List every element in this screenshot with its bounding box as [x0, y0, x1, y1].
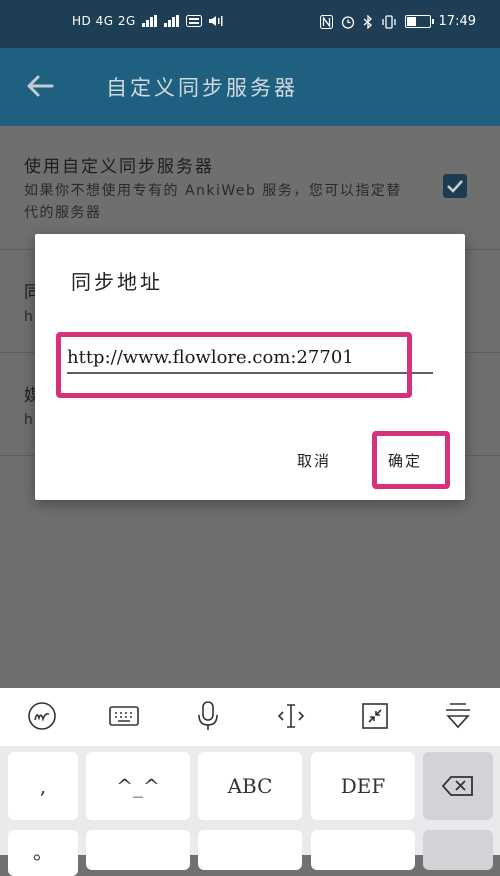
hide-keyboard-icon[interactable]	[440, 698, 476, 734]
page-title: 自定义同步服务器	[106, 76, 298, 100]
highlight-box-ok	[372, 431, 450, 489]
signal-icon-2	[163, 15, 179, 27]
checkmark-icon	[447, 180, 463, 193]
battery-icon	[404, 15, 434, 28]
key-emoticon[interactable]: ^_^	[86, 752, 190, 820]
highlight-box-input	[56, 332, 412, 398]
key-period[interactable]: 。	[8, 830, 78, 876]
battery-level	[406, 17, 417, 26]
cancel-button[interactable]: 取消	[297, 450, 331, 471]
pref-title: 使用自定义同步服务器	[24, 157, 214, 177]
audio-icon	[208, 16, 223, 26]
app-bar: 自定义同步服务器	[0, 48, 500, 126]
pref-use-custom-server[interactable]: 使用自定义同步服务器 如果你不想使用专有的 AnkiWeb 服务，您可以指定替代…	[0, 126, 500, 250]
pref-summary: 如果你不想使用专有的 AnkiWeb 服务，您可以指定替代的服务器	[24, 183, 402, 221]
microphone-icon[interactable]	[190, 698, 226, 734]
keyboard-toolbar	[0, 688, 500, 746]
bluetooth-icon	[363, 14, 372, 29]
signal-icon	[141, 15, 157, 27]
hd-voice-icon	[185, 15, 202, 27]
status-bar: HD 4G 2G 17:49	[0, 0, 500, 48]
text-cursor-icon[interactable]	[273, 698, 309, 734]
key-row2-2[interactable]	[198, 830, 302, 870]
alarm-icon	[341, 15, 354, 29]
back-arrow-icon[interactable]	[24, 70, 56, 102]
key-backspace[interactable]	[423, 752, 493, 820]
sync-url-dialog: 同步地址 取消 确定	[35, 234, 465, 500]
nfc-icon	[319, 14, 333, 29]
dialog-title: 同步地址	[71, 270, 163, 294]
collapse-arrows-icon[interactable]	[357, 698, 393, 734]
network-indicators: HD 4G 2G	[72, 14, 224, 28]
handwriting-icon[interactable]	[24, 698, 60, 734]
backspace-icon	[441, 776, 473, 796]
key-row2-1[interactable]	[86, 830, 190, 870]
key-row2-side[interactable]	[423, 830, 493, 870]
keyboard: , 。 ^_^ ABC DEF	[0, 746, 500, 876]
key-abc[interactable]: ABC	[198, 752, 302, 820]
key-row2-3[interactable]	[311, 830, 415, 870]
system-indicators: 17:49	[319, 14, 476, 29]
key-def[interactable]: DEF	[311, 752, 415, 820]
key-comma[interactable]: ,	[8, 752, 78, 820]
status-time: 17:49	[438, 14, 476, 29]
keyboard-icon[interactable]	[106, 698, 142, 734]
vibrate-icon	[381, 14, 396, 29]
custom-server-checkbox[interactable]	[443, 174, 467, 198]
network-status-text: HD 4G 2G	[72, 14, 136, 28]
